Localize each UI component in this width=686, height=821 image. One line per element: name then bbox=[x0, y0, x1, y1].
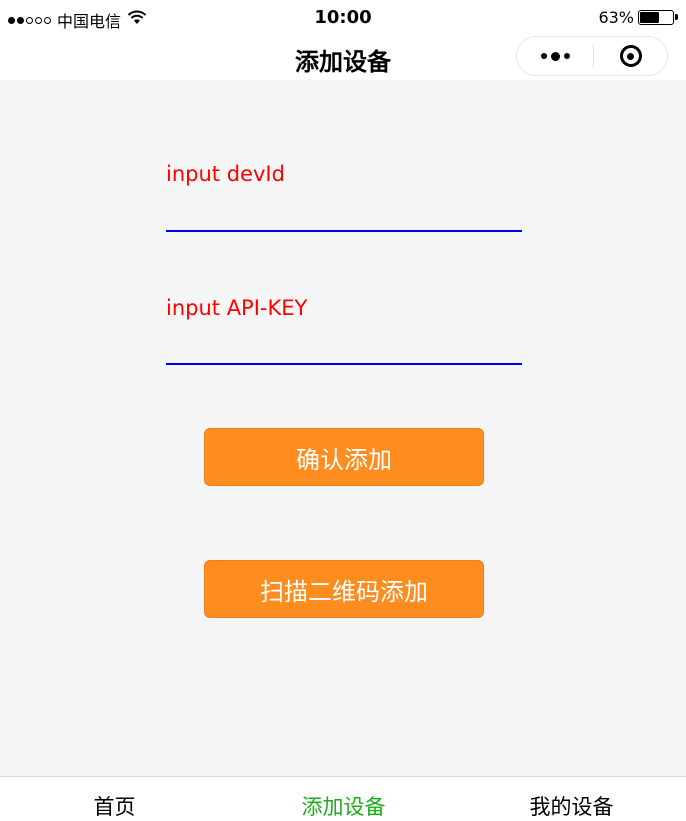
tab-my-devices[interactable]: 我的设备 bbox=[457, 791, 686, 821]
scan-qrcode-add-button[interactable]: 扫描二维码添加 bbox=[204, 560, 484, 618]
status-bar: 中国电信 10:00 63% bbox=[0, 0, 686, 36]
tab-add-device[interactable]: 添加设备 bbox=[229, 791, 458, 821]
target-circle-icon bbox=[619, 45, 642, 67]
navigation-bar: 添加设备 bbox=[0, 36, 686, 80]
status-right: 63% bbox=[598, 8, 678, 27]
close-miniprogram-button[interactable] bbox=[594, 45, 667, 67]
status-time: 10:00 bbox=[314, 7, 372, 28]
battery-fill bbox=[640, 12, 659, 23]
battery-percent: 63% bbox=[598, 8, 634, 27]
devid-input[interactable] bbox=[166, 192, 522, 232]
apikey-input[interactable] bbox=[166, 325, 522, 365]
apikey-label: input API-KEY bbox=[166, 296, 308, 320]
devid-label: input devId bbox=[166, 162, 285, 186]
battery-icon bbox=[638, 10, 678, 25]
capsule-menu bbox=[516, 36, 668, 76]
tab-bar: 首页 添加设备 我的设备 bbox=[0, 776, 686, 821]
more-dots-icon[interactable] bbox=[517, 37, 593, 75]
tab-home[interactable]: 首页 bbox=[0, 791, 229, 821]
confirm-add-button[interactable]: 确认添加 bbox=[204, 428, 484, 486]
